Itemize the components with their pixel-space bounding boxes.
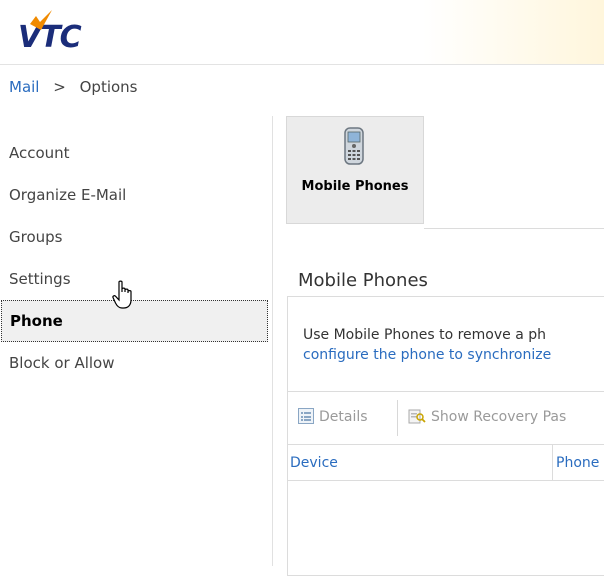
details-label: Details	[319, 409, 368, 425]
sidebar-item-label: Groups	[9, 228, 63, 246]
show-recovery-password-button[interactable]: Show Recovery Pas	[408, 408, 566, 425]
details-button[interactable]: Details	[298, 408, 368, 425]
section-title: Mobile Phones	[298, 270, 428, 291]
breadcrumb: Mail > Options	[9, 78, 138, 96]
sidebar-item-label: Settings	[9, 270, 71, 288]
mobile-phones-tile[interactable]: Mobile Phones	[286, 116, 424, 224]
column-separator	[552, 445, 553, 481]
options-sidebar: Account Organize E-Mail Groups Settings …	[0, 132, 270, 384]
sidebar-item-account[interactable]: Account	[0, 132, 270, 174]
column-header-phone[interactable]: Phone	[556, 455, 599, 471]
phones-toolbar: Details Show Recovery Pas	[288, 391, 604, 445]
description: Use Mobile Phones to remove a ph configu…	[303, 325, 551, 365]
sidebar-item-label: Organize E-Mail	[9, 186, 127, 204]
tile-divider	[424, 228, 604, 229]
description-line: Use Mobile Phones to remove a ph	[303, 327, 546, 343]
recovery-label: Show Recovery Pas	[431, 409, 567, 425]
column-header-device[interactable]: Device	[290, 455, 338, 471]
sidebar-item-label: Block or Allow	[9, 354, 115, 372]
sidebar-item-groups[interactable]: Groups	[0, 216, 270, 258]
hand-pointer-cursor-icon	[112, 280, 132, 309]
breadcrumb-separator: >	[53, 78, 66, 96]
toolbar-separator	[397, 400, 398, 436]
recovery-key-icon	[408, 409, 426, 424]
sidebar-divider	[272, 116, 273, 566]
devices-table-header: Device Phone	[288, 445, 604, 481]
mobile-phones-panel: Use Mobile Phones to remove a ph configu…	[287, 296, 604, 576]
mobile-phone-icon	[344, 127, 364, 165]
configure-sync-link[interactable]: configure the phone to synchronize	[303, 347, 551, 363]
breadcrumb-current: Options	[79, 78, 138, 96]
sidebar-item-organize-email[interactable]: Organize E-Mail	[0, 174, 270, 216]
tile-label: Mobile Phones	[301, 179, 409, 194]
sidebar-item-label: Account	[9, 144, 70, 162]
sidebar-item-label: Phone	[10, 312, 63, 330]
details-icon	[298, 408, 314, 424]
breadcrumb-mail-link[interactable]: Mail	[9, 78, 39, 96]
sidebar-item-block-or-allow[interactable]: Block or Allow	[0, 342, 270, 384]
header-bar: VTC	[0, 0, 604, 65]
logo-check-mark	[30, 10, 52, 30]
vtc-logo[interactable]: VTC	[12, 8, 102, 60]
